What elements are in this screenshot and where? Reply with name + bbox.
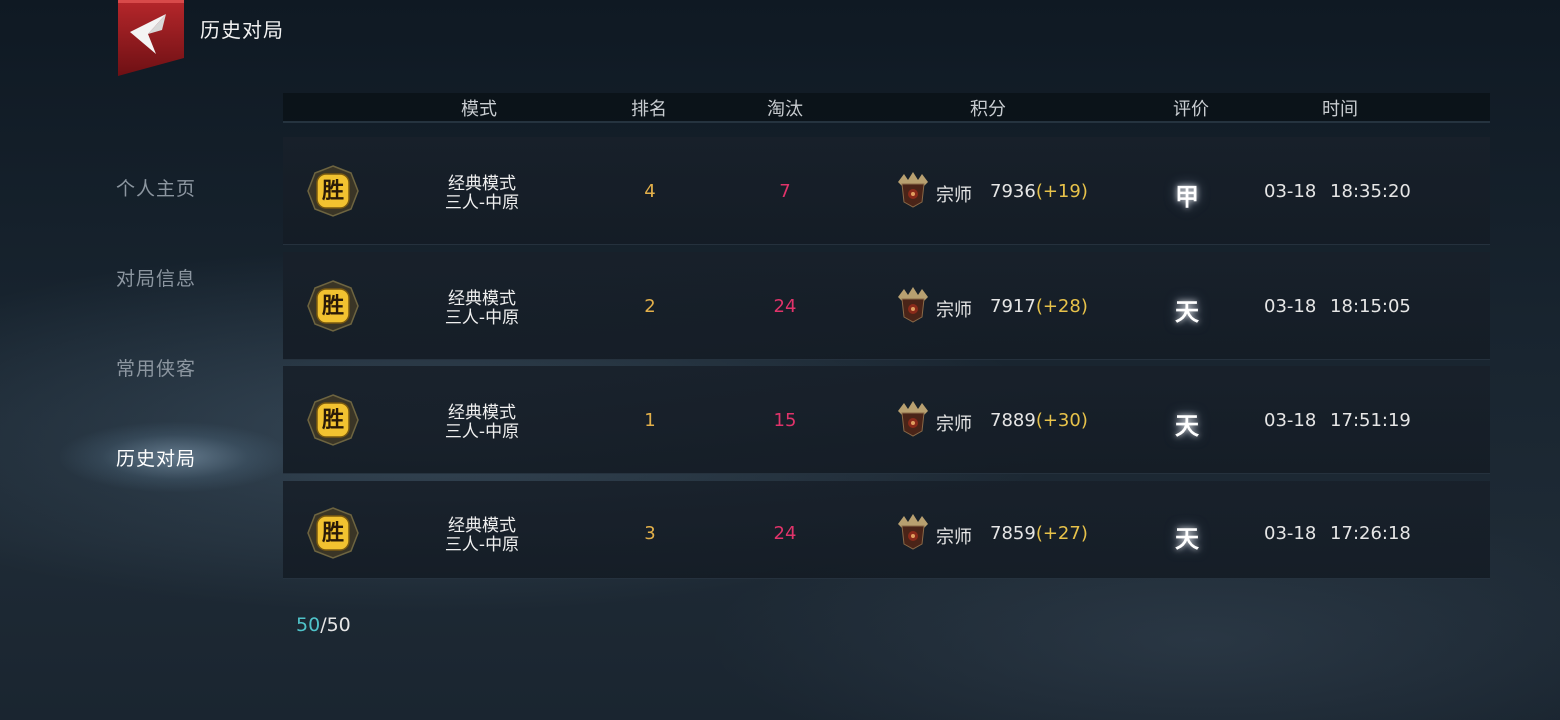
sidebar-item-label: 常用侠客 bbox=[116, 358, 197, 380]
tier-name: 宗师 bbox=[936, 414, 972, 435]
tier-name: 宗师 bbox=[936, 300, 972, 321]
sidebar-item-match-info[interactable]: 对局信息 bbox=[0, 252, 270, 302]
score-delta: (+28) bbox=[1035, 296, 1088, 317]
mode-cell: 经典模式 三人-中原 bbox=[445, 404, 519, 442]
sidebar-item-favorite-heroes[interactable]: 常用侠客 bbox=[0, 342, 270, 392]
tier-name: 宗师 bbox=[936, 527, 972, 548]
mode-cell: 经典模式 三人-中原 bbox=[445, 290, 519, 328]
victory-badge-icon: 胜 bbox=[307, 394, 359, 446]
column-header-rank: 排名 bbox=[631, 99, 667, 120]
grandmaster-tier-icon bbox=[898, 287, 928, 323]
table-row[interactable]: 胜 经典模式 三人-中原 2 24 宗师 7917(+28) 天 03-18 1… bbox=[283, 252, 1490, 360]
match-time: 03-18 18:15:05 bbox=[1264, 296, 1411, 317]
score-delta: (+19) bbox=[1035, 181, 1088, 202]
column-header-time: 时间 bbox=[1322, 99, 1358, 120]
back-button[interactable] bbox=[118, 0, 184, 76]
column-header-eliminations: 淘汰 bbox=[767, 99, 803, 120]
mode-map: 三人-中原 bbox=[444, 193, 520, 213]
score-cell: 7859(+27) bbox=[990, 523, 1088, 544]
victory-badge-icon: 胜 bbox=[307, 507, 359, 559]
score-cell: 7889(+30) bbox=[990, 410, 1088, 431]
tier-name: 宗师 bbox=[936, 185, 972, 206]
mode-cell: 经典模式 三人-中原 bbox=[445, 517, 519, 555]
sidebar-item-label: 对局信息 bbox=[116, 268, 197, 290]
match-clock: 17:51:19 bbox=[1330, 410, 1411, 431]
match-date: 03-18 bbox=[1264, 410, 1317, 431]
sidebar-item-profile[interactable]: 个人主页 bbox=[0, 162, 270, 212]
score-cell: 7917(+28) bbox=[990, 296, 1088, 317]
grandmaster-tier-icon bbox=[898, 172, 928, 208]
rating-grade: 天 bbox=[1175, 411, 1199, 440]
match-clock: 18:35:20 bbox=[1330, 181, 1411, 202]
mode-name: 经典模式 bbox=[447, 516, 516, 536]
rating-grade: 天 bbox=[1175, 297, 1199, 326]
grandmaster-tier-icon bbox=[898, 514, 928, 550]
sidebar-nav: 个人主页 对局信息 常用侠客 历史对局 bbox=[0, 130, 290, 492]
rating-grade: 甲 bbox=[1175, 182, 1199, 211]
score-delta: (+27) bbox=[1035, 523, 1088, 544]
table-row[interactable]: 胜 经典模式 三人-中原 3 24 宗师 7859(+27) 天 03-18 1… bbox=[283, 481, 1490, 579]
eliminations-value: 7 bbox=[779, 181, 791, 202]
grandmaster-tier-icon bbox=[898, 401, 928, 437]
score-value: 7859 bbox=[990, 523, 1036, 544]
eliminations-value: 15 bbox=[773, 410, 797, 431]
match-clock: 17:26:18 bbox=[1330, 523, 1411, 544]
rank-value: 2 bbox=[644, 296, 656, 317]
match-date: 03-18 bbox=[1264, 523, 1317, 544]
back-arrow-icon bbox=[118, 0, 184, 76]
page-counter: 50/50 bbox=[296, 614, 351, 636]
rank-value: 1 bbox=[644, 410, 656, 431]
match-time: 03-18 17:51:19 bbox=[1264, 410, 1411, 431]
mode-name: 经典模式 bbox=[447, 403, 516, 423]
mode-map: 三人-中原 bbox=[444, 535, 520, 555]
match-date: 03-18 bbox=[1264, 296, 1317, 317]
rank-value: 4 bbox=[644, 181, 656, 202]
score-value: 7936 bbox=[990, 181, 1036, 202]
match-time: 03-18 18:35:20 bbox=[1264, 181, 1411, 202]
eliminations-value: 24 bbox=[773, 296, 797, 317]
result-text: 胜 bbox=[321, 178, 344, 204]
result-text: 胜 bbox=[321, 520, 344, 546]
column-header-rating: 评价 bbox=[1173, 99, 1209, 120]
sidebar-item-match-history[interactable]: 历史对局 bbox=[0, 422, 290, 492]
victory-badge-icon: 胜 bbox=[307, 280, 359, 332]
mode-name: 经典模式 bbox=[447, 289, 516, 309]
table-row[interactable]: 胜 经典模式 三人-中原 1 15 宗师 7889(+30) 天 03-18 1… bbox=[283, 366, 1490, 474]
match-time: 03-18 17:26:18 bbox=[1264, 523, 1411, 544]
rating-grade: 天 bbox=[1175, 524, 1199, 553]
column-header-mode: 模式 bbox=[461, 99, 497, 120]
eliminations-value: 24 bbox=[773, 523, 797, 544]
sidebar-item-label: 个人主页 bbox=[116, 178, 197, 200]
victory-badge-icon: 胜 bbox=[307, 165, 359, 217]
result-text: 胜 bbox=[321, 293, 344, 319]
table-row[interactable]: 胜 经典模式 三人-中原 4 7 宗师 7936(+19) 甲 03-18 18… bbox=[283, 137, 1490, 245]
score-value: 7917 bbox=[990, 296, 1036, 317]
page-title: 历史对局 bbox=[200, 18, 284, 42]
match-date: 03-18 bbox=[1264, 181, 1317, 202]
score-value: 7889 bbox=[990, 410, 1036, 431]
score-cell: 7936(+19) bbox=[990, 181, 1088, 202]
sidebar-item-label: 历史对局 bbox=[116, 448, 197, 470]
score-delta: (+30) bbox=[1035, 410, 1088, 431]
mode-cell: 经典模式 三人-中原 bbox=[445, 175, 519, 213]
mode-map: 三人-中原 bbox=[444, 308, 520, 328]
mode-map: 三人-中原 bbox=[444, 422, 520, 442]
mode-name: 经典模式 bbox=[447, 174, 516, 194]
match-clock: 18:15:05 bbox=[1330, 296, 1411, 317]
result-text: 胜 bbox=[321, 407, 344, 433]
page-current: 50 bbox=[296, 614, 321, 636]
table-header: 模式 排名 淘汰 积分 评价 时间 bbox=[283, 93, 1490, 123]
rank-value: 3 bbox=[644, 523, 656, 544]
page-total: 50 bbox=[326, 614, 351, 636]
column-header-score: 积分 bbox=[970, 99, 1006, 120]
